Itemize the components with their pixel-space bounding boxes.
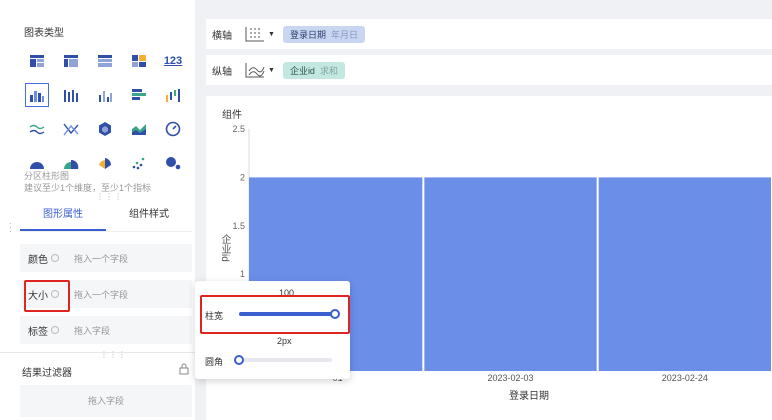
gauge-icon[interactable] [156,112,190,146]
horizontal-bar-icon[interactable] [122,78,156,112]
panel-drag-handle[interactable]: · · · [9,220,12,236]
x-tick-label: 2023-02-03 [487,373,533,383]
label-field[interactable]: 标签 拖入字段 [20,316,192,344]
x-tick-label: 2023-02-24 [662,373,708,383]
measure-icon[interactable] [244,61,266,79]
left-panel: 图表类型 123 分区柱形图 建议至少1个维度，至少1个指标 ⋮⋮⋮ 图形属性 … [0,0,195,420]
property-tabs: 图形属性 组件样式 [20,204,192,232]
y-tick-label: 1.5 [232,221,245,231]
y-tick-label: 2 [240,172,245,182]
indicator-card-icon[interactable]: 123 [156,44,190,78]
scatter-icon[interactable] [122,146,156,180]
radius-knob[interactable] [234,355,244,365]
label-dropzone[interactable]: 拖入字段 [74,324,110,337]
radius-slider[interactable] [234,355,332,365]
x-axis-field-pill[interactable]: 登录日期 年月日 [282,25,365,43]
tag-label: 标签 [28,326,48,338]
x-axis-title: 登录日期 [509,389,549,402]
y-axis-field-pill[interactable]: 企业id 求和 [282,61,345,79]
detail-table-icon[interactable] [88,44,122,78]
radius-value: 2px [277,336,292,346]
radar-line-icon[interactable] [54,112,88,146]
column-chart-icon[interactable] [88,78,122,112]
color-dropzone[interactable]: 拖入一个字段 [74,252,128,265]
pivot-table-icon[interactable] [54,44,88,78]
hexagon-icon[interactable] [88,112,122,146]
x-axis-bar: 横轴 ▼ 登录日期 年月日 [206,19,772,49]
chart-type-grid: 123 [20,44,192,180]
resize-handle[interactable]: ⋮⋮⋮ [96,192,123,201]
chevron-down-icon[interactable]: ▼ [268,67,275,74]
divider [0,352,195,353]
highlight-box-bar-width [200,295,350,334]
result-filter-dropzone[interactable]: 拖入字段 [20,385,192,417]
waterfall-icon[interactable] [156,78,190,112]
dimension-icon[interactable] [244,25,266,43]
bar[interactable] [424,177,597,371]
highlight-box-size [24,280,70,312]
tab-graph-properties[interactable]: 图形属性 [20,204,106,231]
tab-component-style[interactable]: 组件样式 [106,204,192,231]
area-chart-icon[interactable] [122,112,156,146]
y-tick-label: 2.5 [232,124,245,134]
y-axis-bar: 纵轴 ▼ 企业id 求和 [206,55,772,85]
color-field[interactable]: 颜色 拖入一个字段 [20,244,192,272]
bar[interactable] [598,177,771,371]
info-icon [51,326,59,334]
table-icon[interactable] [20,44,54,78]
resize-handle[interactable]: ⋮⋮⋮ [100,350,127,359]
x-axis-label: 横轴 [212,30,232,42]
selected-chart-hint: 建议至少1个维度，至少1个指标 [24,183,152,193]
info-icon [51,254,59,262]
y-tick-label: 1 [240,269,245,279]
result-filter-title: 结果过滤器 [22,368,72,379]
line-chart-icon[interactable] [20,112,54,146]
size-dropzone[interactable]: 拖入一个字段 [74,288,128,301]
radius-label: 圆角 [205,357,224,367]
chart-type-title: 图表类型 [24,28,64,39]
stacked-bar-icon[interactable] [54,78,88,112]
grouped-bar-icon[interactable] [20,78,54,112]
chevron-down-icon[interactable]: ▼ [268,31,275,38]
bubble-icon[interactable] [156,146,190,180]
cross-table-icon[interactable] [122,44,156,78]
y-axis-label: 纵轴 [212,66,232,78]
rose-chart-icon[interactable] [88,146,122,180]
color-label: 颜色 [28,254,48,266]
lock-icon[interactable] [178,363,190,375]
